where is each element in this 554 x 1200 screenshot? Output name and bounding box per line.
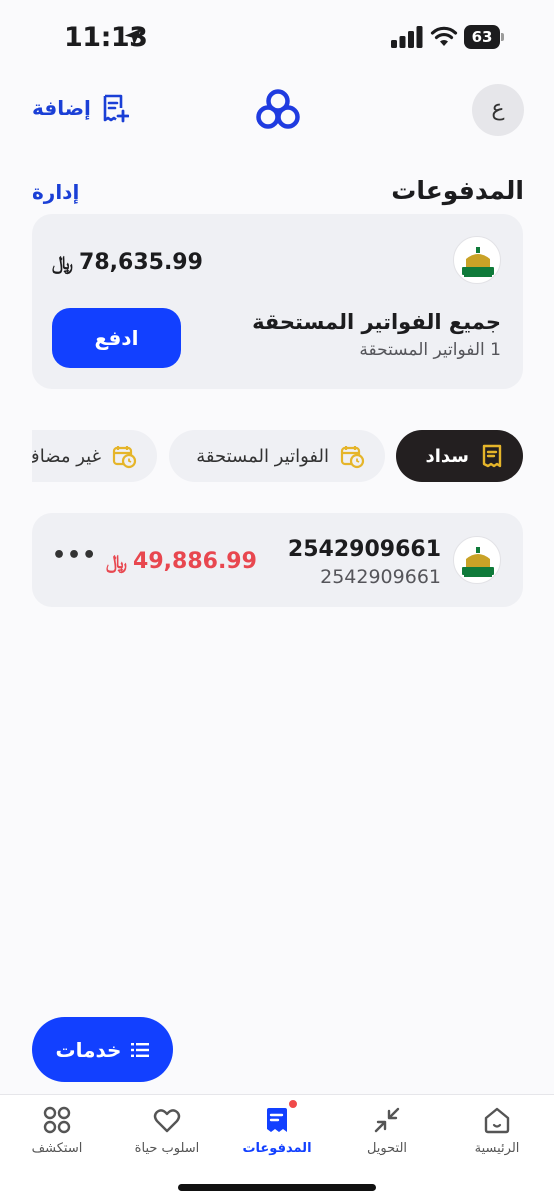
riyal-currency-icon: ﷼ <box>52 251 74 274</box>
bill-amount-value: 49,886.99 <box>133 549 257 574</box>
add-button[interactable]: إضافة <box>32 92 129 124</box>
heart-icon <box>153 1109 181 1133</box>
bank-logo-icon <box>256 89 300 129</box>
bill-account-number: 2542909661 <box>320 566 441 588</box>
nav-label: التحويل <box>366 1141 408 1156</box>
nav-label: الرئيسية <box>474 1141 520 1156</box>
total-amount-value: 78,635.99 <box>79 250 203 275</box>
services-label: خدمات <box>55 1037 122 1062</box>
payments-screen: 11:13 63 ع إضافة المدفوعات إدارة ﷼ 78,63… <box>0 0 554 1200</box>
chip-due-bills[interactable]: الفواتير المستحقة <box>169 430 385 482</box>
merchant-logo <box>453 236 501 284</box>
chip-sadad[interactable]: سداد <box>396 430 523 482</box>
chip-label: غير مضاف <box>32 445 101 467</box>
due-bills-count: 1 الفواتير المستحقة <box>359 340 501 360</box>
location-arrow-icon <box>124 28 142 46</box>
nav-label: اسلوب حياة <box>134 1141 200 1156</box>
riyal-currency-icon: ﷼ <box>106 550 128 573</box>
bill-number: 2542909661 <box>287 537 441 562</box>
section-title: المدفوعات <box>391 176 524 205</box>
wifi-icon <box>430 26 458 46</box>
more-options-icon[interactable]: ••• <box>52 545 96 572</box>
battery-icon: 63 <box>464 25 504 49</box>
home-indicator <box>178 1184 376 1191</box>
cellular-signal-icon <box>391 26 423 48</box>
add-label: إضافة <box>32 96 91 120</box>
manage-button[interactable]: إدارة <box>32 180 79 204</box>
battery-level: 63 <box>464 25 500 49</box>
profile-avatar[interactable]: ع <box>472 84 524 136</box>
nav-payments[interactable]: المدفوعات <box>222 1095 332 1175</box>
transfer-icon <box>374 1107 400 1133</box>
chip-label: سداد <box>425 445 469 467</box>
total-due-amount: ﷼ 78,635.99 <box>52 250 203 275</box>
calendar-clock-icon <box>340 446 365 469</box>
due-bills-summary-card[interactable]: ﷼ 78,635.99 جميع الفواتير المستحقة 1 الف… <box>32 214 523 389</box>
nav-label: المدفوعات <box>242 1141 312 1156</box>
payments-icon <box>267 1108 287 1132</box>
chip-not-added[interactable]: غير مضاف <box>32 430 157 482</box>
status-bar: 11:13 63 <box>0 0 554 76</box>
pay-button[interactable]: ادفع <box>52 308 181 368</box>
merchant-logo <box>453 536 501 584</box>
home-icon <box>484 1107 510 1134</box>
nav-transfer[interactable]: التحويل <box>332 1095 442 1175</box>
chip-label: الفواتير المستحقة <box>196 445 329 467</box>
nav-label: استكشف <box>31 1141 83 1156</box>
due-bills-title: جميع الفواتير المستحقة <box>252 310 501 334</box>
bill-amount: ﷼ 49,886.99 <box>106 549 257 574</box>
add-bill-icon <box>103 94 129 123</box>
bill-icon <box>482 444 502 468</box>
nav-explore[interactable]: استكشف <box>2 1095 112 1175</box>
notification-badge <box>288 1099 298 1109</box>
bill-card[interactable]: 2542909661 2542909661 ﷼ 49,886.99 ••• <box>32 513 523 607</box>
filter-chips: سداد الفواتير المستحقة غير مضاف <box>32 430 523 482</box>
nav-home[interactable]: الرئيسية <box>442 1095 552 1175</box>
grid-icon <box>43 1106 71 1134</box>
services-button[interactable]: خدمات <box>32 1017 173 1082</box>
nav-lifestyle[interactable]: اسلوب حياة <box>112 1095 222 1175</box>
list-icon <box>131 1042 150 1057</box>
calendar-clock-icon <box>112 446 137 469</box>
